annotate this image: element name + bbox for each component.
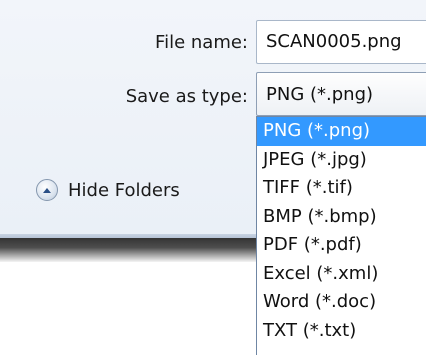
hide-folders-button[interactable]: Hide Folders	[36, 176, 180, 204]
file-name-label: File name:	[155, 32, 248, 53]
save-as-type-select[interactable]: PNG (*.png)	[256, 72, 426, 116]
dropdown-item-jpeg[interactable]: JPEG (*.jpg)	[257, 146, 426, 175]
dropdown-item-excel[interactable]: Excel (*.xml)	[257, 260, 426, 289]
save-as-type-dropdown: PNG (*.png) JPEG (*.jpg) TIFF (*.tif) BM…	[256, 116, 426, 355]
dropdown-item-png[interactable]: PNG (*.png)	[257, 117, 426, 146]
dropdown-item-pdf[interactable]: PDF (*.pdf)	[257, 231, 426, 260]
save-as-type-label: Save as type:	[125, 86, 248, 107]
dropdown-item-bmp[interactable]: BMP (*.bmp)	[257, 203, 426, 232]
file-name-input[interactable]: SCAN0005.png	[256, 20, 426, 64]
save-dialog: File name: SCAN0005.png Save as type: PN…	[0, 0, 426, 355]
dropdown-item-txt[interactable]: TXT (*.txt)	[257, 317, 426, 346]
dropdown-item-tiff[interactable]: TIFF (*.tif)	[257, 174, 426, 203]
chevron-up-icon	[36, 179, 58, 201]
hide-folders-label: Hide Folders	[68, 179, 180, 201]
dropdown-item-word[interactable]: Word (*.doc)	[257, 288, 426, 317]
